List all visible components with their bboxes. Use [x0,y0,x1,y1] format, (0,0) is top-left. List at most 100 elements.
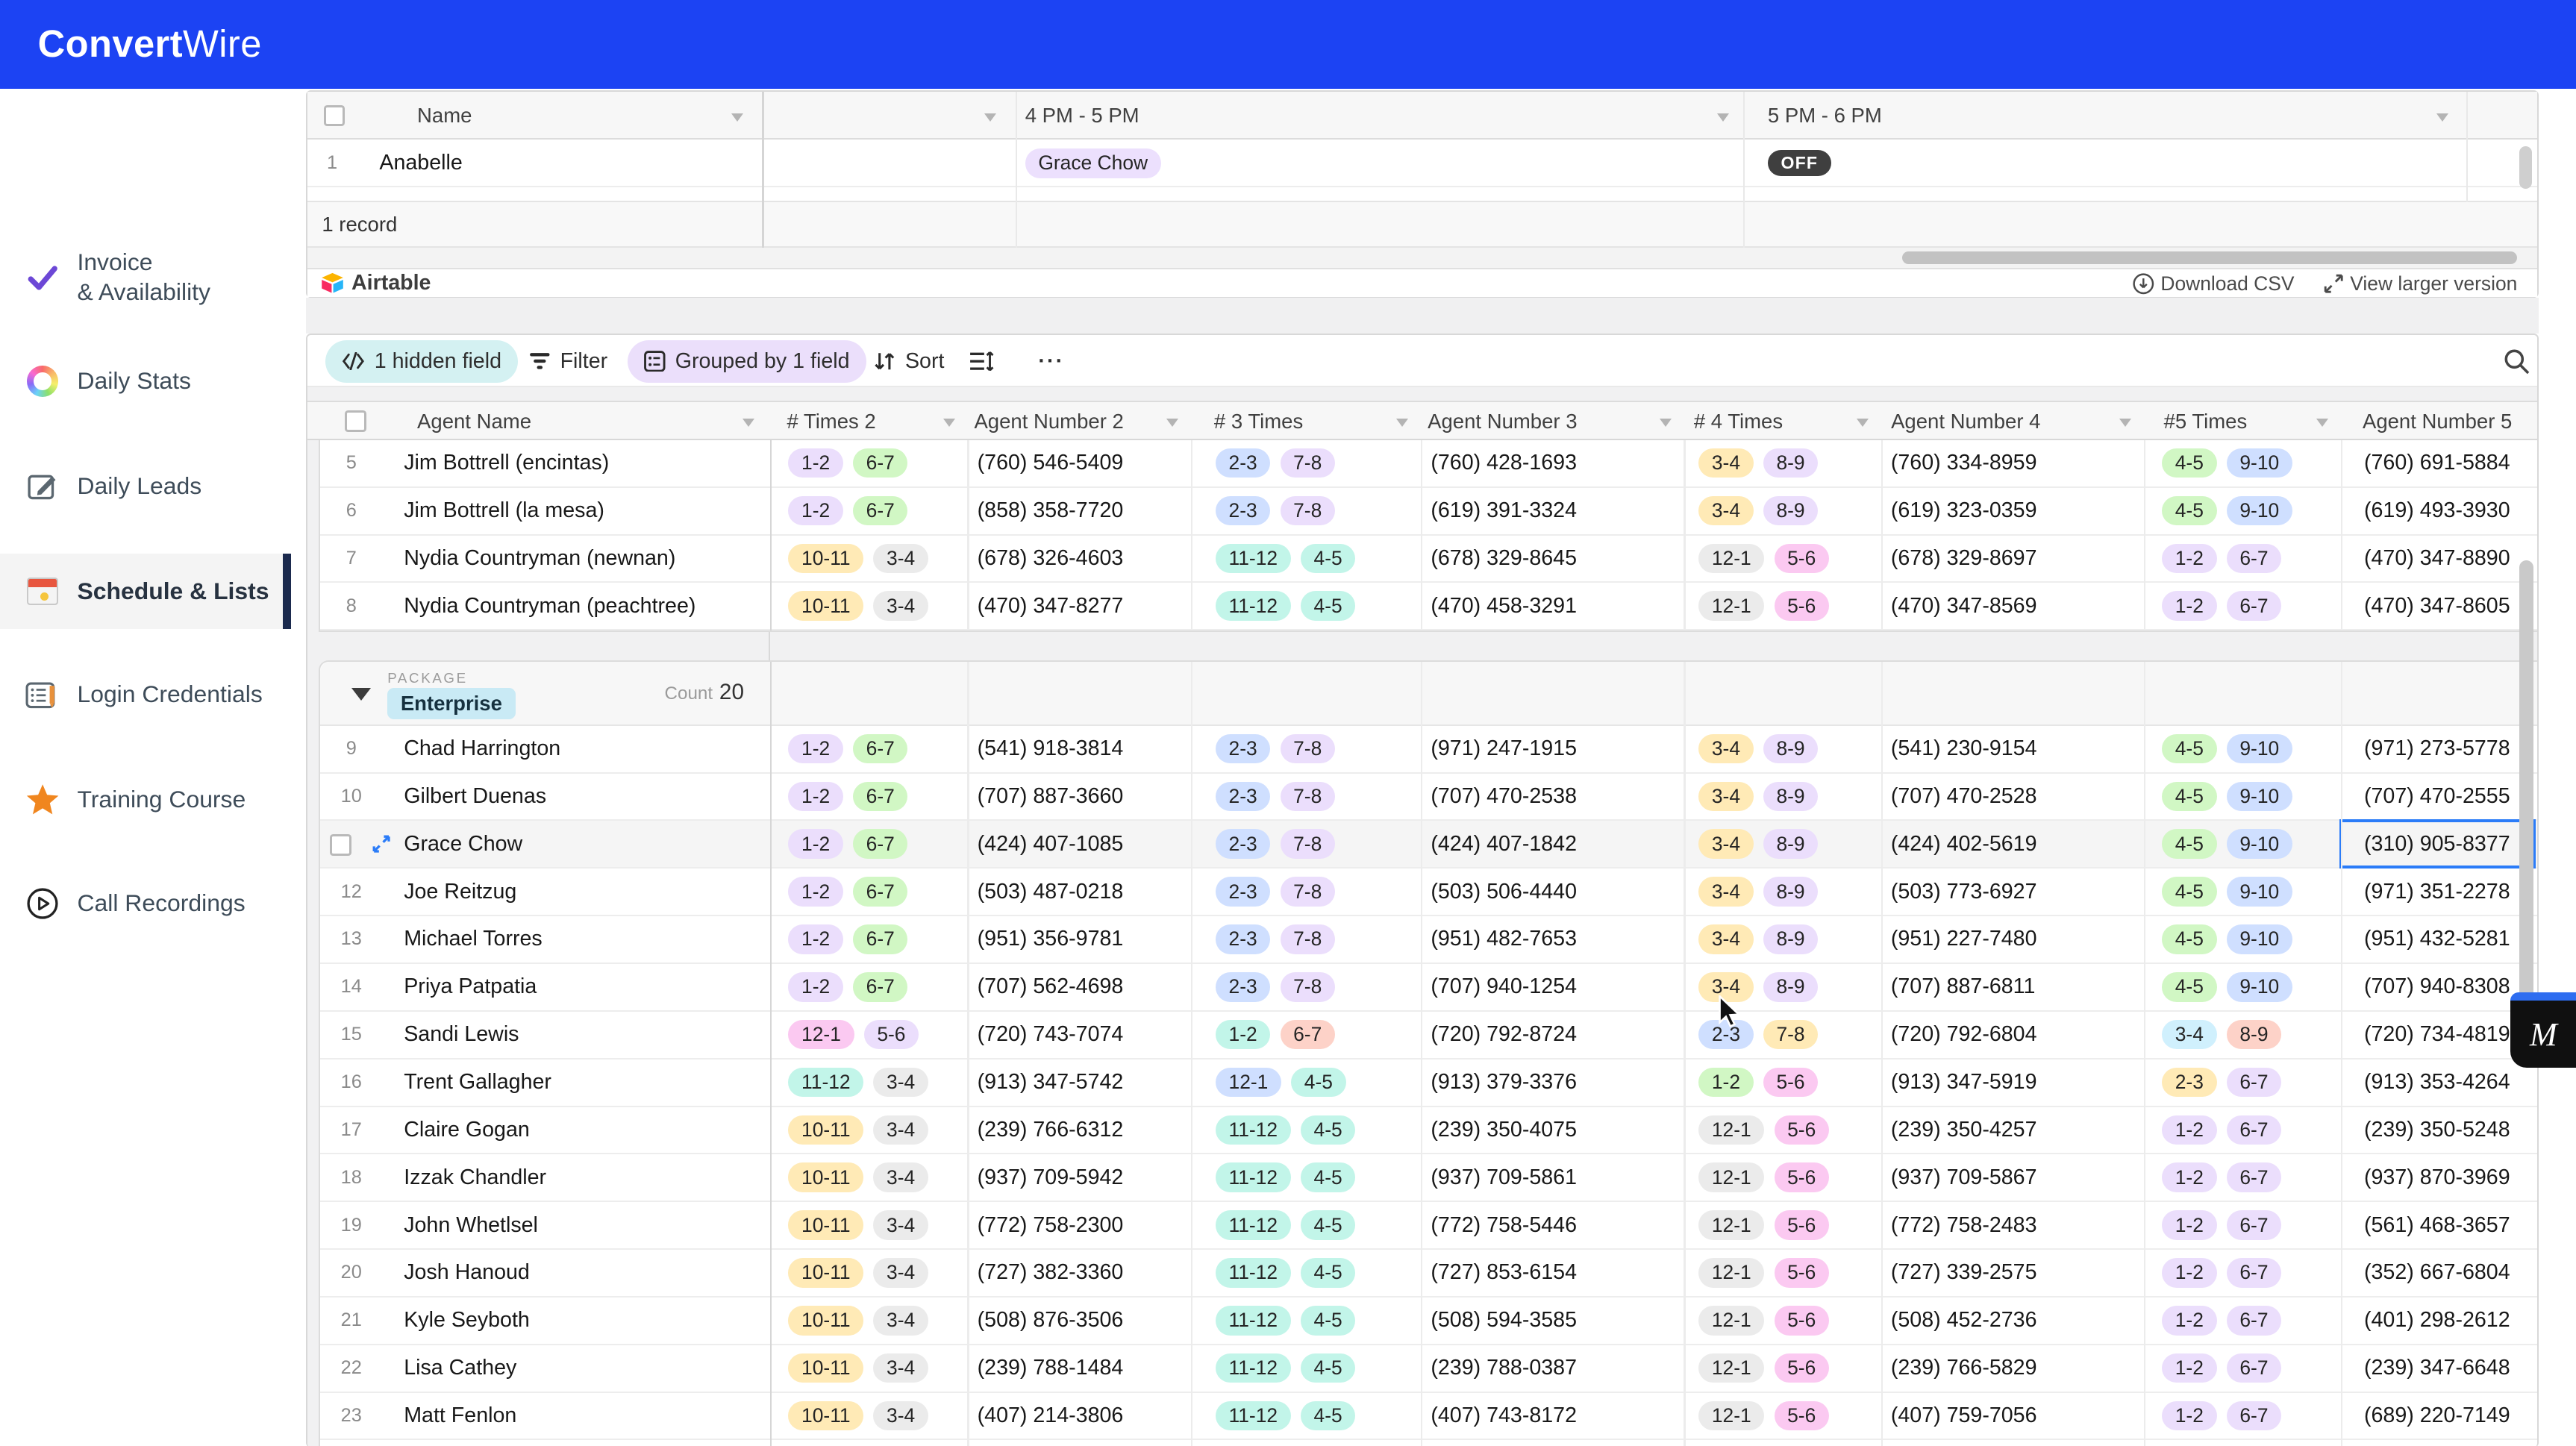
times-cell[interactable]: 3-48-9 [1698,916,1818,963]
agent-number-cell[interactable]: (239) 350-4257 [1891,1107,2037,1154]
chevron-down-icon[interactable] [984,113,996,122]
agent-number-cell[interactable]: (720) 743-7074 [978,1012,1124,1058]
column-header[interactable]: # Times 2 [787,402,875,442]
expand-record-icon[interactable] [372,821,390,867]
agent-number-cell[interactable]: (470) 347-8605 [2364,583,2510,629]
agent-number-cell[interactable]: (239) 347-6648 [2364,1345,2510,1392]
column-header-5pm[interactable]: 5 PM - 6 PM [1768,92,1882,140]
table-row[interactable]: 14Priya Patpatia1-26-7(707) 562-46982-37… [320,964,2537,1012]
agent-number-cell[interactable]: (239) 350-5248 [2364,1107,2510,1154]
agent-number-cell[interactable]: (689) 220-7149 [2364,1393,2510,1439]
times-cell[interactable]: 1-26-7 [788,964,907,1010]
agent-name-cell[interactable]: Lisa Cathey [404,1345,516,1392]
times-cell[interactable]: 10-113-4 [788,536,928,582]
times-cell[interactable]: 4-59-10 [2162,774,2292,820]
times-cell[interactable]: 2-37-8 [1216,964,1335,1010]
times-cell[interactable]: 3-48-9 [1698,488,1818,534]
table-row[interactable]: 20Josh Hanoud10-113-4(727) 382-336011-12… [320,1250,2537,1298]
table-row[interactable]: 5Jim Bottrell (encintas)1-26-7(760) 546-… [320,440,2537,488]
column-header-4pm[interactable]: 4 PM - 5 PM [1025,92,1139,140]
times-cell[interactable]: 4-59-10 [2162,440,2292,486]
times-cell[interactable]: 12-15-6 [1698,1393,1829,1439]
agent-number-cell[interactable]: (503) 506-4440 [1431,868,1577,915]
chevron-down-icon[interactable] [1396,419,1408,427]
table-row[interactable]: 18Izzak Chandler10-113-4(937) 709-594211… [320,1154,2537,1202]
agent-number-cell[interactable]: (760) 546-5409 [978,440,1124,486]
chevron-down-icon[interactable] [2119,419,2131,427]
agent-name-cell[interactable]: John Whetlsel [404,1202,538,1248]
times-cell[interactable]: 1-26-7 [788,916,907,963]
times-cell[interactable]: 3-48-9 [1698,821,1818,867]
agent-number-cell[interactable]: (541) 918-3814 [978,726,1124,772]
table-row[interactable]: 12Joe Reitzug1-26-7(503) 487-02182-37-8(… [320,868,2537,916]
column-header[interactable]: #5 Times [2164,402,2248,442]
agent-number-cell[interactable]: (858) 358-7720 [978,488,1124,534]
agent-number-cell[interactable]: (239) 788-1484 [978,1345,1124,1392]
times-cell[interactable]: 1-26-7 [788,726,907,772]
agent-number-cell[interactable]: (424) 407-1085 [978,821,1124,867]
agent-number-cell[interactable]: (937) 870-3969 [2364,1154,2510,1201]
agent-name-cell[interactable]: Nydia Countryman (newnan) [404,536,675,582]
filter-button[interactable]: Filter [522,340,614,383]
times-cell[interactable]: 11-124-5 [1216,1345,1355,1392]
table-row[interactable]: 8Nydia Countryman (peachtree)10-113-4(47… [320,583,2537,630]
agent-number-cell[interactable]: (424) 407-1842 [1431,821,1577,867]
times-cell[interactable]: 10-113-4 [788,1154,928,1201]
times-cell[interactable]: 12-15-6 [1698,1154,1829,1201]
chevron-down-icon[interactable] [743,419,754,427]
agent-name-cell[interactable]: Michael Torres [404,916,543,963]
horizontal-scrollbar[interactable] [307,248,2537,267]
times-cell[interactable]: 1-25-6 [1698,1060,1818,1106]
agent-number-cell[interactable]: (951) 432-5281 [2364,916,2510,963]
times-cell[interactable]: 2-37-8 [1216,868,1335,915]
agent-number-cell[interactable]: (760) 691-5884 [2364,440,2510,486]
times-cell[interactable]: 11-124-5 [1216,1154,1355,1201]
agent-number-cell[interactable]: (772) 758-2300 [978,1202,1124,1248]
times-cell[interactable]: 1-26-7 [788,774,907,820]
times-cell[interactable]: 10-113-4 [788,1107,928,1154]
times-cell[interactable]: 11-124-5 [1216,536,1355,582]
times-cell[interactable]: 10-113-4 [788,1202,928,1248]
chevron-down-icon[interactable] [731,113,743,122]
agent-name-cell[interactable]: Joe Reitzug [404,868,516,915]
agent-number-cell[interactable]: (707) 470-2528 [1891,774,2037,820]
column-header[interactable]: Agent Name [417,402,531,442]
agent-number-cell[interactable]: (937) 709-5867 [1891,1154,2037,1201]
agent-number-cell[interactable]: (707) 470-2555 [2364,774,2510,820]
agent-number-cell[interactable]: (239) 766-6312 [978,1107,1124,1154]
agent-number-cell[interactable]: (503) 487-0218 [978,868,1124,915]
agent-number-cell[interactable]: (937) 709-5942 [978,1154,1124,1201]
times-cell[interactable]: 4-59-10 [2162,821,2292,867]
agent-number-cell[interactable]: (760) 428-1693 [1431,440,1577,486]
chevron-down-icon[interactable] [1717,113,1729,122]
sort-button[interactable]: Sort [867,340,951,383]
agent-number-cell[interactable]: (760) 334-8959 [1891,440,2037,486]
select-all-checkbox[interactable] [324,105,346,127]
times-cell[interactable]: 12-15-6 [1698,1202,1829,1248]
times-cell[interactable]: 10-113-4 [788,583,928,629]
table-row[interactable]: 6Jim Bottrell (la mesa)1-26-7(858) 358-7… [320,488,2537,536]
sidebar-item-invoice-availability[interactable]: Invoice& Availability [0,234,283,322]
column-header[interactable]: Agent Number 2 [974,402,1123,442]
times-cell[interactable]: 4-59-10 [2162,488,2292,534]
agent-name-cell[interactable]: Chad Harrington [404,726,560,772]
times-cell[interactable]: 11-124-5 [1216,1298,1355,1344]
times-cell[interactable]: 1-26-7 [788,868,907,915]
table-row[interactable]: 21Kyle Seyboth10-113-4(508) 876-350611-1… [320,1298,2537,1345]
times-cell[interactable]: 4-59-10 [2162,964,2292,1010]
times-cell[interactable]: 2-37-8 [1216,821,1335,867]
times-cell[interactable]: 12-15-6 [1698,1298,1829,1344]
agent-number-cell[interactable]: (951) 356-9781 [978,916,1124,963]
agent-number-cell[interactable]: (619) 391-3324 [1431,488,1577,534]
agent-number-cell[interactable]: (503) 773-6927 [1891,868,2037,915]
agent-number-cell[interactable]: (619) 493-3930 [2364,488,2510,534]
times-cell[interactable]: 2-37-8 [1698,1012,1818,1058]
agent-number-cell[interactable]: (707) 470-2538 [1431,774,1577,820]
agent-number-cell[interactable]: (561) 468-3657 [2364,1202,2510,1248]
search-icon[interactable] [2504,348,2530,381]
times-cell[interactable]: 4-59-10 [2162,726,2292,772]
times-cell[interactable]: 1-26-7 [788,821,907,867]
times-cell[interactable]: 12-15-6 [1698,1250,1829,1296]
times-cell[interactable]: 1-26-7 [2162,1345,2281,1392]
agent-name-cell[interactable]: Grace Chow [404,821,522,867]
